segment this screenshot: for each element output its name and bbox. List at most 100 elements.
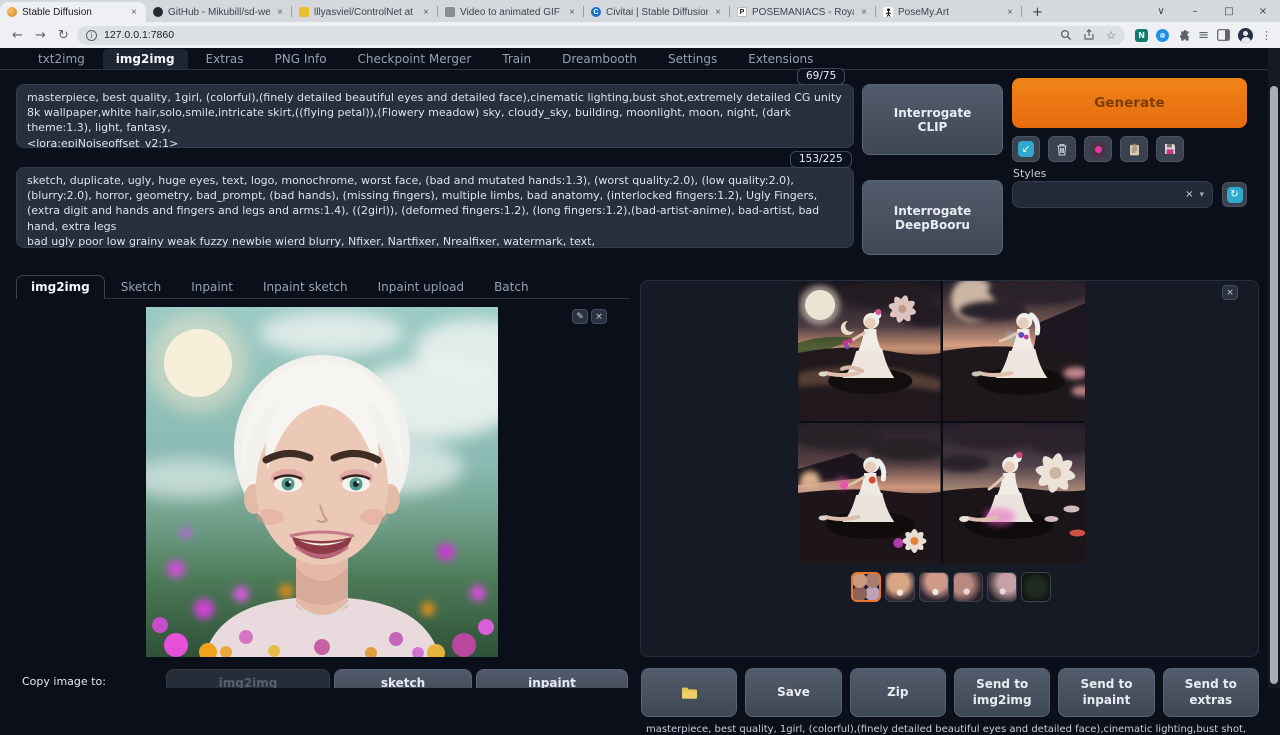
tab-title: POSEMANIACS - Royalty free 3 (752, 7, 854, 18)
browser-tab-controlnet[interactable]: lllyasviel/ControlNet at main × (292, 2, 438, 22)
styles-dropdown[interactable]: × ▾ (1012, 181, 1213, 208)
refresh-styles-button[interactable]: ↻ (1222, 182, 1247, 207)
floppy-disk-icon (1164, 143, 1176, 155)
paste-generation-params-button[interactable]: ↙ (1012, 136, 1040, 162)
notion-extension-icon[interactable]: N (1135, 29, 1148, 42)
thumbnail-2[interactable] (919, 572, 949, 602)
tab-img2img-mode[interactable]: img2img (16, 275, 105, 299)
clear-image-button[interactable]: × (591, 309, 607, 324)
send-to-extras-button[interactable]: Send to extras (1163, 668, 1259, 717)
main-nav-tabs: txt2img img2img Extras PNG Info Checkpoi… (0, 48, 1280, 70)
copy-to-sketch-button[interactable]: sketch (334, 669, 472, 688)
tab-png-info[interactable]: PNG Info (262, 49, 340, 69)
result-image-1[interactable] (798, 281, 941, 421)
thumbnail-4[interactable] (987, 572, 1017, 602)
new-tab-button[interactable]: + (1022, 5, 1053, 22)
trash-icon (1056, 143, 1068, 156)
extensions-puzzle-icon[interactable] (1177, 29, 1190, 42)
minimize-button[interactable]: – (1178, 6, 1212, 17)
reading-list-icon[interactable]: ≡ (1198, 29, 1209, 42)
maximize-button[interactable]: □ (1212, 6, 1246, 17)
copy-image-label: Copy image to: (22, 675, 106, 688)
thumbnail-5[interactable] (1021, 572, 1051, 602)
styles-clear-icon[interactable]: × (1185, 189, 1193, 200)
site-info-icon[interactable]: i (86, 30, 97, 41)
result-image-grid[interactable] (798, 281, 1085, 563)
close-tab-icon[interactable]: × (1005, 7, 1015, 18)
tab-extras[interactable]: Extras (193, 49, 257, 69)
negative-prompt-input[interactable]: sketch, duplicate, ugly, huge eyes, text… (16, 167, 854, 248)
close-tab-icon[interactable]: × (129, 7, 139, 18)
reload-button[interactable]: ↻ (54, 29, 73, 42)
close-tab-icon[interactable]: × (859, 7, 869, 18)
close-tab-icon[interactable]: × (713, 7, 723, 18)
tab-search-icon[interactable]: ∨ (1144, 6, 1178, 17)
close-tab-icon[interactable]: × (275, 7, 285, 18)
save-style-button[interactable] (1156, 136, 1184, 162)
source-image-dropzone[interactable]: ✎ × (16, 299, 630, 661)
zoom-icon[interactable] (1060, 29, 1072, 41)
negative-token-counter: 153/225 (790, 151, 852, 168)
prompt-input[interactable]: masterpiece, best quality, 1girl, (color… (16, 84, 854, 148)
open-folder-button[interactable] (641, 668, 737, 717)
tab-inpaint[interactable]: Inpaint (177, 276, 247, 298)
clear-prompt-button[interactable] (1048, 136, 1076, 162)
tab-inpaint-sketch[interactable]: Inpaint sketch (249, 276, 362, 298)
extra-networks-button[interactable] (1084, 136, 1112, 162)
browser-tab-gif-converter[interactable]: Video to animated GIF converter × (438, 2, 584, 22)
tab-inpaint-upload[interactable]: Inpaint upload (364, 276, 478, 298)
interrogate-deepbooru-button[interactable]: Interrogate DeepBooru (862, 180, 1003, 255)
result-image-3[interactable] (798, 423, 941, 563)
result-image-2[interactable] (943, 281, 1086, 421)
close-window-button[interactable]: × (1246, 6, 1280, 17)
close-tab-icon[interactable]: × (421, 7, 431, 18)
tab-batch[interactable]: Batch (480, 276, 543, 298)
result-image-4[interactable] (943, 423, 1086, 563)
scrollbar-thumb[interactable] (1270, 86, 1278, 684)
tab-txt2img[interactable]: txt2img (25, 49, 98, 69)
send-to-inpaint-button[interactable]: Send to inpaint (1058, 668, 1154, 717)
tab-sketch[interactable]: Sketch (107, 276, 175, 298)
save-button[interactable]: Save (745, 668, 841, 717)
browser-tab-github[interactable]: GitHub - Mikubill/sd-webui-co × (146, 2, 292, 22)
profile-avatar[interactable] (1238, 28, 1253, 43)
browser-tab-civitai[interactable]: C Civitai | Stable Diffusion models × (584, 2, 730, 22)
thumbnail-1[interactable] (885, 572, 915, 602)
source-image-portrait[interactable] (146, 307, 498, 657)
copy-to-img2img-button: img2img (166, 669, 330, 688)
tab-settings[interactable]: Settings (655, 49, 730, 69)
chevron-down-icon[interactable]: ▾ (1199, 190, 1204, 200)
forward-button[interactable]: → (31, 29, 50, 42)
browser-tab-stable-diffusion[interactable]: Stable Diffusion × (0, 2, 146, 22)
interrogate-clip-button[interactable]: Interrogate CLIP (862, 84, 1003, 155)
sidebar-panel-icon[interactable] (1217, 29, 1230, 41)
copy-to-inpaint-button[interactable]: inpaint (476, 669, 628, 688)
tab-checkpoint-merger[interactable]: Checkpoint Merger (345, 49, 485, 69)
share-icon[interactable] (1083, 29, 1095, 41)
browser-tab-posemaniacs[interactable]: P POSEMANIACS - Royalty free 3 × (730, 2, 876, 22)
tab-train[interactable]: Train (489, 49, 544, 69)
tab-extensions[interactable]: Extensions (735, 49, 826, 69)
close-tab-icon[interactable]: × (567, 7, 577, 18)
blue-extension-icon[interactable] (1156, 29, 1169, 42)
tab-img2img[interactable]: img2img (103, 49, 188, 69)
tab-dreambooth[interactable]: Dreambooth (549, 49, 650, 69)
page-scrollbar[interactable] (1268, 48, 1280, 688)
zip-button[interactable]: Zip (850, 668, 946, 717)
gallery-viewer: × (640, 280, 1259, 657)
back-button[interactable]: ← (8, 29, 27, 42)
send-to-img2img-button[interactable]: Send to img2img (954, 668, 1050, 717)
browser-menu-icon[interactable]: ⋮ (1261, 29, 1272, 42)
bookmark-star-icon[interactable]: ☆ (1106, 29, 1116, 42)
apply-styles-button[interactable] (1120, 136, 1148, 162)
generate-button[interactable]: Generate (1012, 78, 1247, 128)
browser-tab-posemyart[interactable]: PoseMy.Art × (876, 2, 1022, 22)
close-gallery-button[interactable]: × (1222, 285, 1238, 300)
thumbnail-3[interactable] (953, 572, 983, 602)
thumbnail-grid[interactable] (851, 572, 881, 602)
prompt-tool-buttons: ↙ (1012, 136, 1184, 162)
address-bar[interactable]: i 127.0.0.1:7860 ☆ (77, 26, 1125, 45)
edit-image-button[interactable]: ✎ (572, 309, 588, 324)
clipboard-icon (1129, 143, 1140, 156)
url-text[interactable]: 127.0.0.1:7860 (104, 29, 1053, 41)
